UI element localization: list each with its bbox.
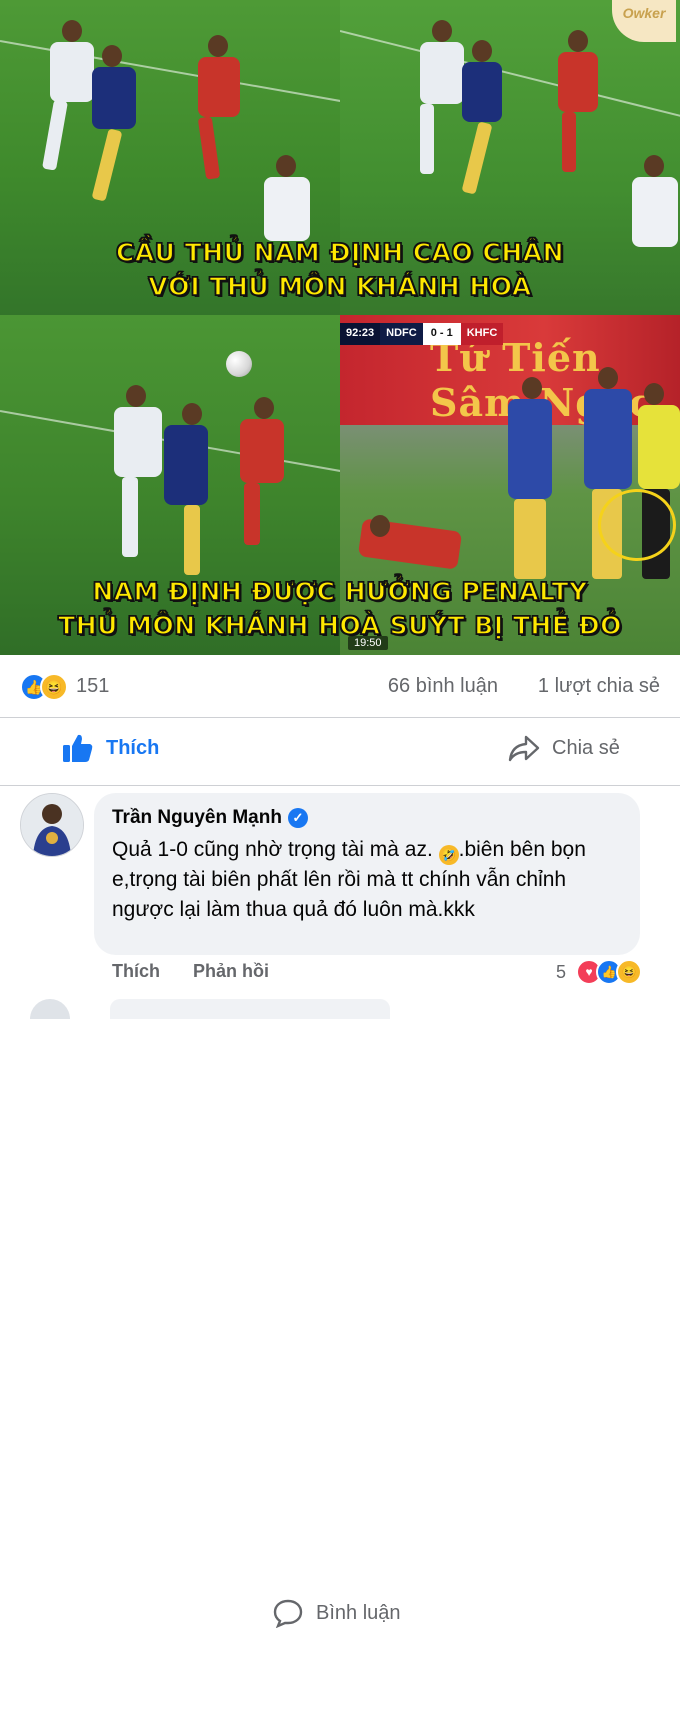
comment-icon	[273, 1599, 303, 1628]
post-actions: Thích Bình luận Chia sẻ	[0, 717, 680, 1628]
comment-reply-button[interactable]: Phản hồi	[193, 961, 269, 981]
share-label: Chia sẻ	[552, 736, 620, 759]
like-label: Thích	[106, 736, 160, 759]
rofl-emoji-icon: 🤣	[438, 845, 459, 865]
reactions-summary: 👍 😆 151 66 bình luận 1 lượt chia sẻ	[0, 655, 680, 718]
avatar-image	[21, 794, 83, 856]
comment-button[interactable]: Bình luận	[272, 1502, 680, 1724]
comment-like-button[interactable]: Thích	[112, 961, 160, 981]
football-icon	[226, 351, 252, 377]
next-comment-bubble	[110, 999, 390, 1019]
avatar[interactable]	[20, 793, 84, 857]
haha-icon: 😆	[616, 959, 642, 985]
comment-item: Trần Nguyên Mạnh ✓ Quả 1-0 cũng nhờ trọn…	[0, 785, 680, 1019]
post-image[interactable]: Owker Tứ Tiến Sâm Ngọc Linh 92:23 NDFC 0…	[0, 0, 680, 655]
comment-label: Bình luận	[316, 1601, 401, 1624]
caption-top: CẦU THỦ NAM ĐỊNH CAO CHÂN VỚI THỦ MÔN KH…	[115, 237, 565, 302]
share-button[interactable]: Chia sẻ	[508, 717, 620, 779]
share-count[interactable]: 1 lượt chia sẻ	[538, 675, 660, 698]
reaction-count[interactable]: 151	[76, 675, 109, 698]
next-comment-avatar	[30, 999, 70, 1019]
caption-bottom: NAM ĐỊNH ĐƯỢC HƯỞNG PENALTY THỦ MÔN KHÁN…	[57, 576, 622, 641]
like-button[interactable]: Thích	[62, 717, 159, 779]
watermark-logo: Owker	[612, 0, 676, 42]
verified-badge-icon: ✓	[287, 808, 308, 828]
highlight-circle	[598, 489, 676, 561]
share-icon	[508, 735, 540, 762]
comment-bubble: Trần Nguyên Mạnh ✓ Quả 1-0 cũng nhờ trọn…	[94, 793, 640, 955]
comment-reaction-count: 5	[555, 961, 566, 982]
comment-actions: Thích Phản hồi	[112, 961, 297, 982]
comment-reactions[interactable]: 5 ♥ 👍 😆	[556, 959, 642, 985]
thumbs-up-icon	[63, 734, 93, 762]
comment-text: Quả 1-0 cũng nhờ trọng tài mà az. 🤣 .biên…	[112, 838, 586, 921]
haha-icon: 😆	[40, 673, 68, 701]
video-timecode: 19:50	[348, 636, 388, 650]
comment-count[interactable]: 66 bình luận	[388, 675, 498, 698]
scoreboard: 92:23 NDFC 0 - 1 KHFC	[340, 323, 504, 345]
comment-author[interactable]: Trần Nguyên Mạnh ✓	[112, 807, 308, 829]
